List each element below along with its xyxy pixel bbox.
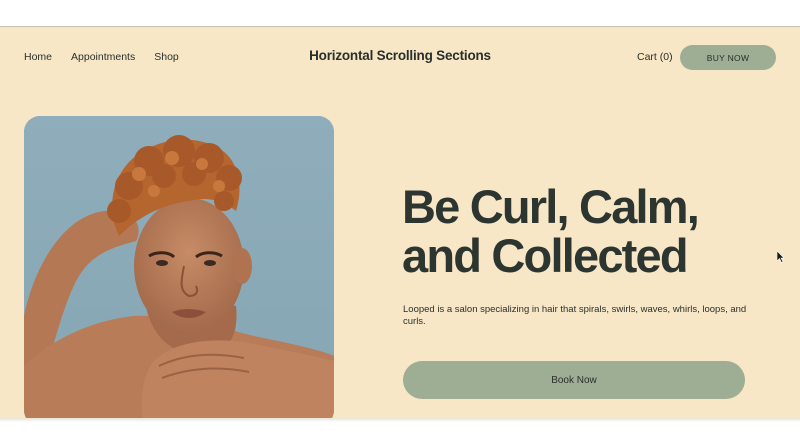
- portrait-illustration: [24, 116, 334, 418]
- buy-now-button[interactable]: BUY NOW: [680, 45, 776, 70]
- mouse-cursor-icon: [777, 251, 785, 263]
- browser-bottom-strip: [0, 418, 800, 444]
- hero-headline-line2: and Collected: [402, 229, 689, 282]
- hero-portrait-image: [24, 116, 334, 418]
- landing-page: Home Appointments Shop Horizontal Scroll…: [0, 27, 800, 418]
- hero-description: Looped is a salon specializing in hair t…: [403, 304, 747, 327]
- hero-headline-line1: Be Curl, Calm,: [402, 180, 700, 233]
- browser-top-strip: [0, 0, 800, 27]
- book-now-button[interactable]: Book Now: [403, 361, 745, 399]
- cart-link[interactable]: Cart (0): [637, 51, 673, 63]
- hero-headline: Be Curl, Calm, and Collected: [402, 182, 782, 280]
